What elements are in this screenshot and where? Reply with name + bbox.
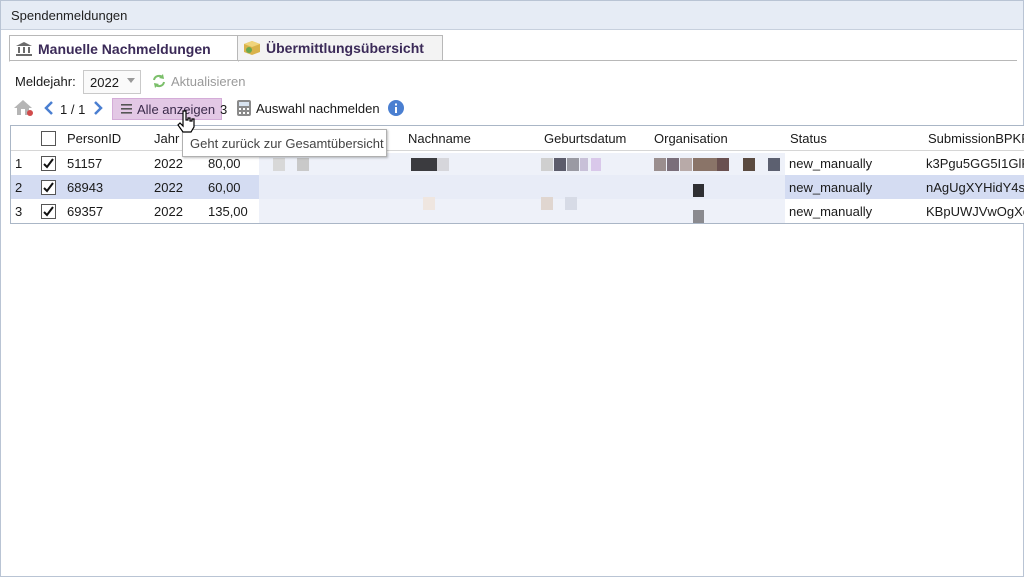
header-geburtsdatum[interactable]: Geburtsdatum [538, 126, 649, 151]
redaction-pixel [437, 158, 449, 171]
cell-status: new_manually [789, 180, 873, 195]
redaction-pixel [541, 158, 553, 171]
header-status[interactable]: Status [784, 126, 923, 151]
redaction-pixel [297, 158, 309, 171]
year-select-value: 2022 [90, 75, 119, 90]
cell-year: 2022 [154, 180, 183, 195]
header-organisation[interactable]: Organisation [648, 126, 785, 151]
check-icon [43, 158, 54, 169]
redaction-pixel [567, 158, 579, 171]
tab-manual-submissions[interactable]: Manuelle Nachmeldungen [9, 35, 239, 62]
check-icon [43, 182, 54, 193]
header-personid[interactable]: PersonID [61, 126, 149, 151]
cell-status: new_manually [789, 204, 873, 219]
redaction-pixel [273, 158, 285, 171]
header-rownum [11, 126, 36, 151]
cell-submission: k3Pgu5GG5I1GlPf [926, 156, 1024, 171]
chevron-down-icon [127, 78, 135, 83]
redaction-pixel [768, 158, 780, 171]
previous-page-icon[interactable] [44, 101, 54, 115]
tab-label: Übermittlungsübersicht [266, 40, 424, 56]
submissions-table: PersonID Jahr Nachname Geburtsdatum Orga… [10, 125, 1024, 224]
header-nachname[interactable]: Nachname [402, 126, 539, 151]
cell-year: 2022 [154, 204, 183, 219]
redaction-pixel [423, 197, 435, 210]
cell-amount: 80,00 [208, 156, 241, 171]
row-checkbox[interactable] [41, 180, 56, 195]
tab-label: Manuelle Nachmeldungen [38, 40, 211, 57]
check-icon [43, 206, 54, 217]
cell-amount: 135,00 [208, 204, 248, 219]
redaction-pixel [654, 158, 666, 171]
calculator-icon [237, 100, 251, 116]
list-icon [121, 104, 132, 114]
redaction-pixel [565, 197, 577, 210]
redaction-pixel [554, 158, 566, 171]
redaction-pixel [667, 158, 679, 171]
refresh-icon [153, 74, 165, 88]
next-page-icon[interactable] [93, 101, 103, 115]
info-icon[interactable] [388, 100, 404, 116]
title-bar: Spendenmeldungen [1, 1, 1023, 30]
year-select[interactable]: 2022 [83, 70, 141, 94]
header-select-all [35, 126, 62, 151]
redaction-pixel [680, 158, 692, 171]
redaction-pixel [591, 158, 601, 171]
home-icon[interactable] [14, 99, 34, 117]
redaction-pixel [693, 210, 704, 223]
page-indicator: 1 / 1 [60, 102, 86, 117]
show-all-button[interactable]: Alle anzeigen [112, 98, 222, 120]
submit-selection-button[interactable]: Auswahl nachmelden [237, 98, 380, 118]
select-all-checkbox[interactable] [41, 131, 56, 146]
row-index: 3 [15, 204, 23, 219]
refresh-label: Aktualisieren [171, 73, 246, 89]
tab-divider [9, 60, 1017, 61]
cell-amount: 60,00 [208, 180, 241, 195]
cell-year: 2022 [154, 156, 183, 171]
row-checkbox[interactable] [41, 156, 56, 171]
package-icon [244, 41, 260, 55]
redaction-pixel [580, 158, 588, 171]
redaction-pixel [693, 184, 704, 197]
bank-icon [16, 41, 32, 56]
hand-cursor-icon [177, 110, 195, 133]
row-index: 1 [15, 156, 23, 171]
tooltip: Geht zurück zur Gesamtübersicht [182, 129, 387, 157]
tooltip-text: Geht zurück zur Gesamtübersicht [190, 136, 384, 151]
redaction-pixel [717, 158, 729, 171]
year-label: Meldejahr: [15, 74, 76, 89]
window-title: Spendenmeldungen [11, 8, 128, 23]
tab-transmission-overview[interactable]: Übermittlungsübersicht [237, 35, 443, 61]
cell-personid: 51157 [67, 156, 103, 171]
count-badge: 3 [220, 102, 228, 117]
cell-status: new_manually [789, 156, 873, 171]
app-window: Spendenmeldungen Manuelle Nachmeldungen … [0, 0, 1024, 577]
cell-personid: 69357 [67, 204, 104, 219]
refresh-button[interactable]: Aktualisieren [151, 72, 245, 90]
row-checkbox[interactable] [41, 204, 56, 219]
header-submission[interactable]: SubmissionBPKPr [922, 126, 1024, 151]
cell-submission: nAgUgXYHidY4s0 [926, 180, 1024, 195]
cell-submission: KBpUWJVwOgXcS [926, 204, 1024, 219]
redaction-pixel [693, 158, 717, 171]
redaction-pixel [541, 197, 553, 210]
row-index: 2 [15, 180, 23, 195]
submit-selection-label: Auswahl nachmelden [256, 100, 380, 116]
redaction-pixel [743, 158, 755, 171]
redaction-pixel [411, 158, 437, 171]
cell-personid: 68943 [67, 180, 104, 195]
